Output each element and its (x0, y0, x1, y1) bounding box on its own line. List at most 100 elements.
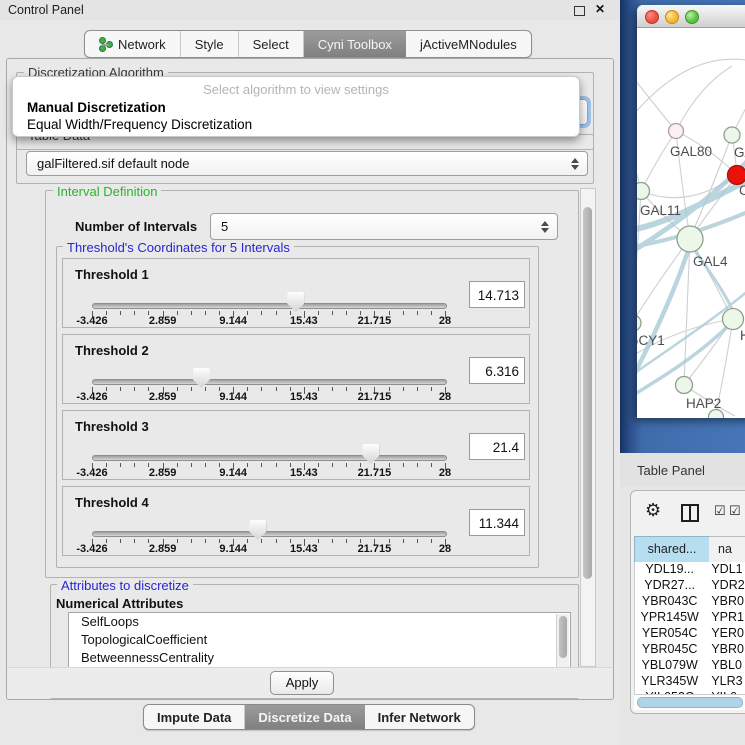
split-view-icon[interactable] (681, 504, 699, 522)
slider-tick (120, 539, 121, 543)
settings-scrollbar[interactable] (580, 188, 596, 667)
popup-item[interactable]: Manual Discretization (16, 99, 576, 116)
slider-scale-label: 28 (439, 315, 451, 327)
table-horizontal-scrollbar-thumb[interactable] (637, 697, 743, 708)
tab-select[interactable]: Select (239, 31, 304, 57)
threshold-slider[interactable]: -3.4262.8599.14415.4321.71528 (92, 259, 445, 327)
numerical-attributes-list[interactable]: SelfLoopsTopologicalCoefficientBetweenne… (68, 612, 571, 670)
threshold-box: Threshold 1-3.4262.8599.14415.4321.71528… (62, 258, 530, 328)
threshold-value-field[interactable]: 6.316 (469, 357, 525, 384)
slider-tick (431, 387, 432, 391)
slider-handle[interactable] (287, 292, 304, 312)
apply-button[interactable]: Apply (270, 671, 334, 695)
table-cell-shared-name: YDL19... (635, 562, 704, 578)
table-cell-shared-name: YBR045C (635, 642, 704, 658)
node-gcy1[interactable] (637, 315, 641, 331)
table-cell-name: YBR0 (704, 642, 745, 658)
threshold-slider[interactable]: -3.4262.8599.14415.4321.71528 (92, 335, 445, 403)
threshold-value-field[interactable]: 14.713 (469, 281, 525, 308)
node-highlighted[interactable] (728, 166, 745, 185)
tab-style[interactable]: Style (181, 31, 239, 57)
node-h[interactable] (723, 309, 744, 330)
list-item[interactable]: BetweennessCentrality (69, 649, 570, 667)
table-row[interactable]: YPR145WYPR1 (635, 610, 745, 626)
table-row[interactable]: YBR043CYBR0 (635, 594, 745, 610)
node-hap2[interactable] (676, 377, 693, 394)
column-header-name[interactable]: na (709, 536, 745, 563)
slider-tick (191, 387, 192, 391)
table-row[interactable]: YDL19...YDL1 (635, 562, 745, 578)
slider-scale-label: 15.43 (290, 391, 318, 403)
table-row[interactable]: YBR045CYBR0 (635, 642, 745, 658)
slider-scale-label: 15.43 (290, 467, 318, 479)
threshold-slider[interactable]: -3.4262.8599.14415.4321.71528 (92, 411, 445, 479)
attributes-scrollbar[interactable] (556, 614, 569, 668)
slider-tick (332, 539, 333, 543)
node-ga[interactable] (724, 127, 740, 143)
table-rows[interactable]: YDL19...YDL1YDR27...YDR2YBR043CYBR0YPR14… (634, 562, 745, 694)
table-row[interactable]: YER054CYER0 (635, 626, 745, 642)
tab-discretize-data[interactable]: Discretize Data (245, 705, 364, 729)
tab-cyni-toolbox[interactable]: Cyni Toolbox (304, 31, 406, 57)
list-item[interactable]: TopologicalCoefficient (69, 631, 570, 649)
tab-network[interactable]: Network (85, 31, 181, 57)
table-cell-name: YER0 (704, 626, 745, 642)
network-window-titlebar[interactable] (637, 5, 745, 28)
column-header-shared-name[interactable]: shared... (634, 536, 710, 563)
slider-tick (417, 539, 418, 543)
slider-tick (247, 311, 248, 315)
checkbox-checked-icon[interactable]: ☑ (729, 503, 741, 519)
threshold-value-field[interactable]: 21.4 (469, 433, 525, 460)
gear-icon[interactable]: ⚙ (645, 500, 661, 521)
close-traffic-light-icon[interactable] (645, 10, 659, 24)
slider-tick (346, 539, 347, 543)
node-gal11[interactable] (637, 183, 650, 200)
minimize-traffic-light-icon[interactable] (665, 10, 679, 24)
table-cell-name: YDL1 (704, 562, 745, 578)
slider-track[interactable] (92, 379, 447, 385)
slider-tick (120, 311, 121, 315)
slider-handle[interactable] (249, 520, 266, 540)
network-canvas[interactable]: GAL80 GA C GAL11 GAL4 GCY1 H HAP2 (637, 28, 745, 418)
threshold-box: Threshold 2-3.4262.8599.14415.4321.71528… (62, 334, 530, 404)
svg-text:GAL80: GAL80 (670, 144, 712, 159)
tab-jactivemnodules[interactable]: jActiveMNodules (406, 31, 531, 57)
popup-item[interactable]: Equal Width/Frequency Discretization (16, 116, 576, 133)
number-of-intervals-label: Number of Intervals (75, 219, 197, 234)
node-gal4[interactable] (677, 226, 703, 252)
slider-tick (134, 539, 135, 543)
table-data-combobox[interactable]: galFiltered.sif default node (26, 151, 588, 176)
tab-infer-network[interactable]: Infer Network (365, 705, 474, 729)
slider-tick (177, 463, 178, 467)
node-gal80[interactable] (669, 124, 684, 139)
interval-definition-title: Interval Definition (53, 184, 161, 199)
tab-impute-data[interactable]: Impute Data (144, 705, 245, 729)
slider-track[interactable] (92, 455, 447, 461)
threshold-value-field[interactable]: 11.344 (469, 509, 525, 536)
slider-track[interactable] (92, 531, 447, 537)
table-cell-shared-name: YLR345W (635, 674, 704, 690)
threshold-slider[interactable]: -3.4262.8599.14415.4321.71528 (92, 487, 445, 555)
slider-handle[interactable] (193, 368, 210, 388)
table-row[interactable]: YDR27...YDR2 (635, 578, 745, 594)
attributes-scrollbar-thumb[interactable] (559, 616, 567, 658)
tab-label: jActiveMNodules (420, 37, 517, 52)
slider-scale-label: 9.144 (219, 315, 247, 327)
slider-handle[interactable] (362, 444, 379, 464)
slider-tick (403, 539, 404, 543)
slider-tick (403, 311, 404, 315)
network-view-window[interactable]: GAL80 GA C GAL11 GAL4 GCY1 H HAP2 (637, 5, 745, 418)
table-row[interactable]: YLR345WYLR3 (635, 674, 745, 690)
checkbox-checked-icon[interactable]: ☑ (714, 503, 726, 519)
table-row[interactable]: YBL079WYBL0 (635, 658, 745, 674)
slider-tick (247, 463, 248, 467)
number-of-intervals-combobox[interactable]: 5 (210, 213, 558, 240)
close-icon[interactable]: ✕ (595, 2, 605, 16)
slider-track[interactable] (92, 303, 447, 309)
slider-scale-label: 21.715 (358, 391, 392, 403)
slider-scale-label: 2.859 (149, 467, 177, 479)
list-item[interactable]: SelfLoops (69, 613, 570, 631)
zoom-traffic-light-icon[interactable] (685, 10, 699, 24)
settings-scrollbar-thumb[interactable] (583, 207, 592, 579)
float-window-icon[interactable] (574, 6, 585, 16)
